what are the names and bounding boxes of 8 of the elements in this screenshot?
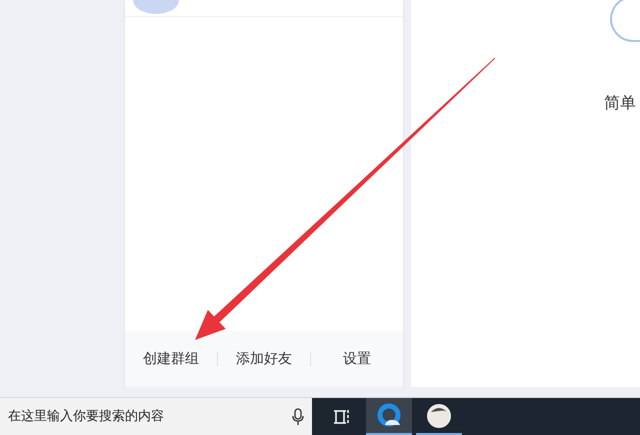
footer-action[interactable]: 设置 bbox=[311, 346, 403, 372]
browser-icon[interactable] bbox=[376, 402, 402, 428]
avatar-icon[interactable] bbox=[426, 402, 452, 428]
footer-action[interactable]: 创建群组 bbox=[125, 346, 217, 372]
microphone-icon[interactable] bbox=[292, 408, 304, 426]
task-view-icon[interactable] bbox=[333, 408, 351, 424]
footer-action[interactable]: 添加好友 bbox=[218, 346, 310, 372]
panel-text: 简单 bbox=[604, 93, 636, 114]
